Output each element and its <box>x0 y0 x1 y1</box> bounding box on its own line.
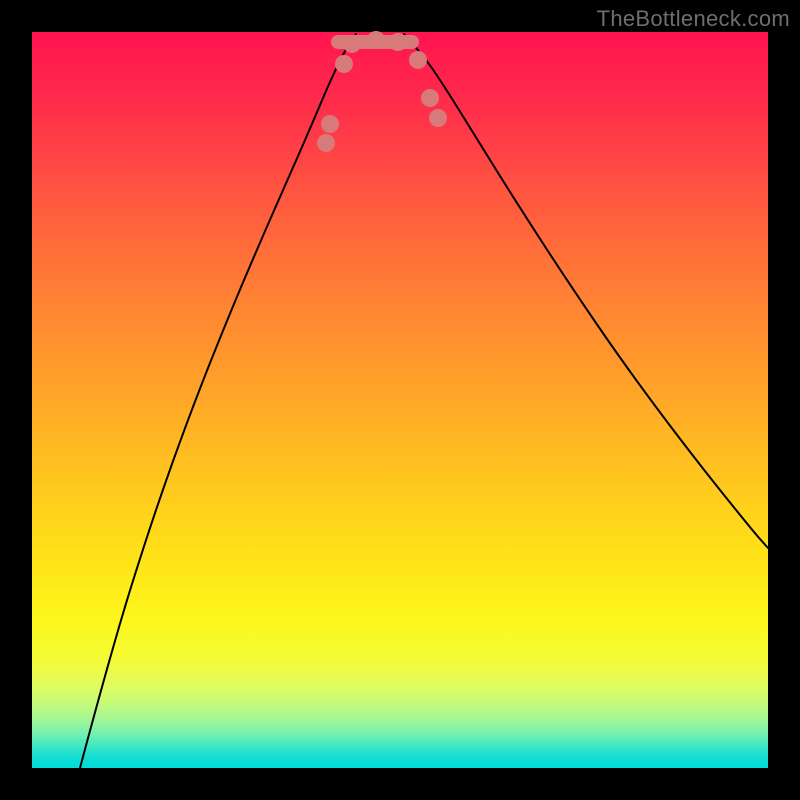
marker-right-entry <box>409 51 427 69</box>
marker-plateau-b <box>367 31 385 49</box>
plot-area <box>32 32 768 768</box>
left-curve <box>80 34 356 768</box>
marker-right-upper-b <box>429 109 447 127</box>
marker-left-upper-a <box>317 134 335 152</box>
marker-left-upper-b <box>321 115 339 133</box>
marker-plateau-c <box>389 33 407 51</box>
right-curve <box>404 34 768 548</box>
watermark-text: TheBottleneck.com <box>597 6 790 32</box>
marker-plateau-a <box>343 35 361 53</box>
chart-frame: TheBottleneck.com <box>0 0 800 800</box>
curve-layer <box>32 32 768 768</box>
marker-group <box>317 31 447 152</box>
marker-right-upper-a <box>421 89 439 107</box>
marker-left-entry <box>335 55 353 73</box>
